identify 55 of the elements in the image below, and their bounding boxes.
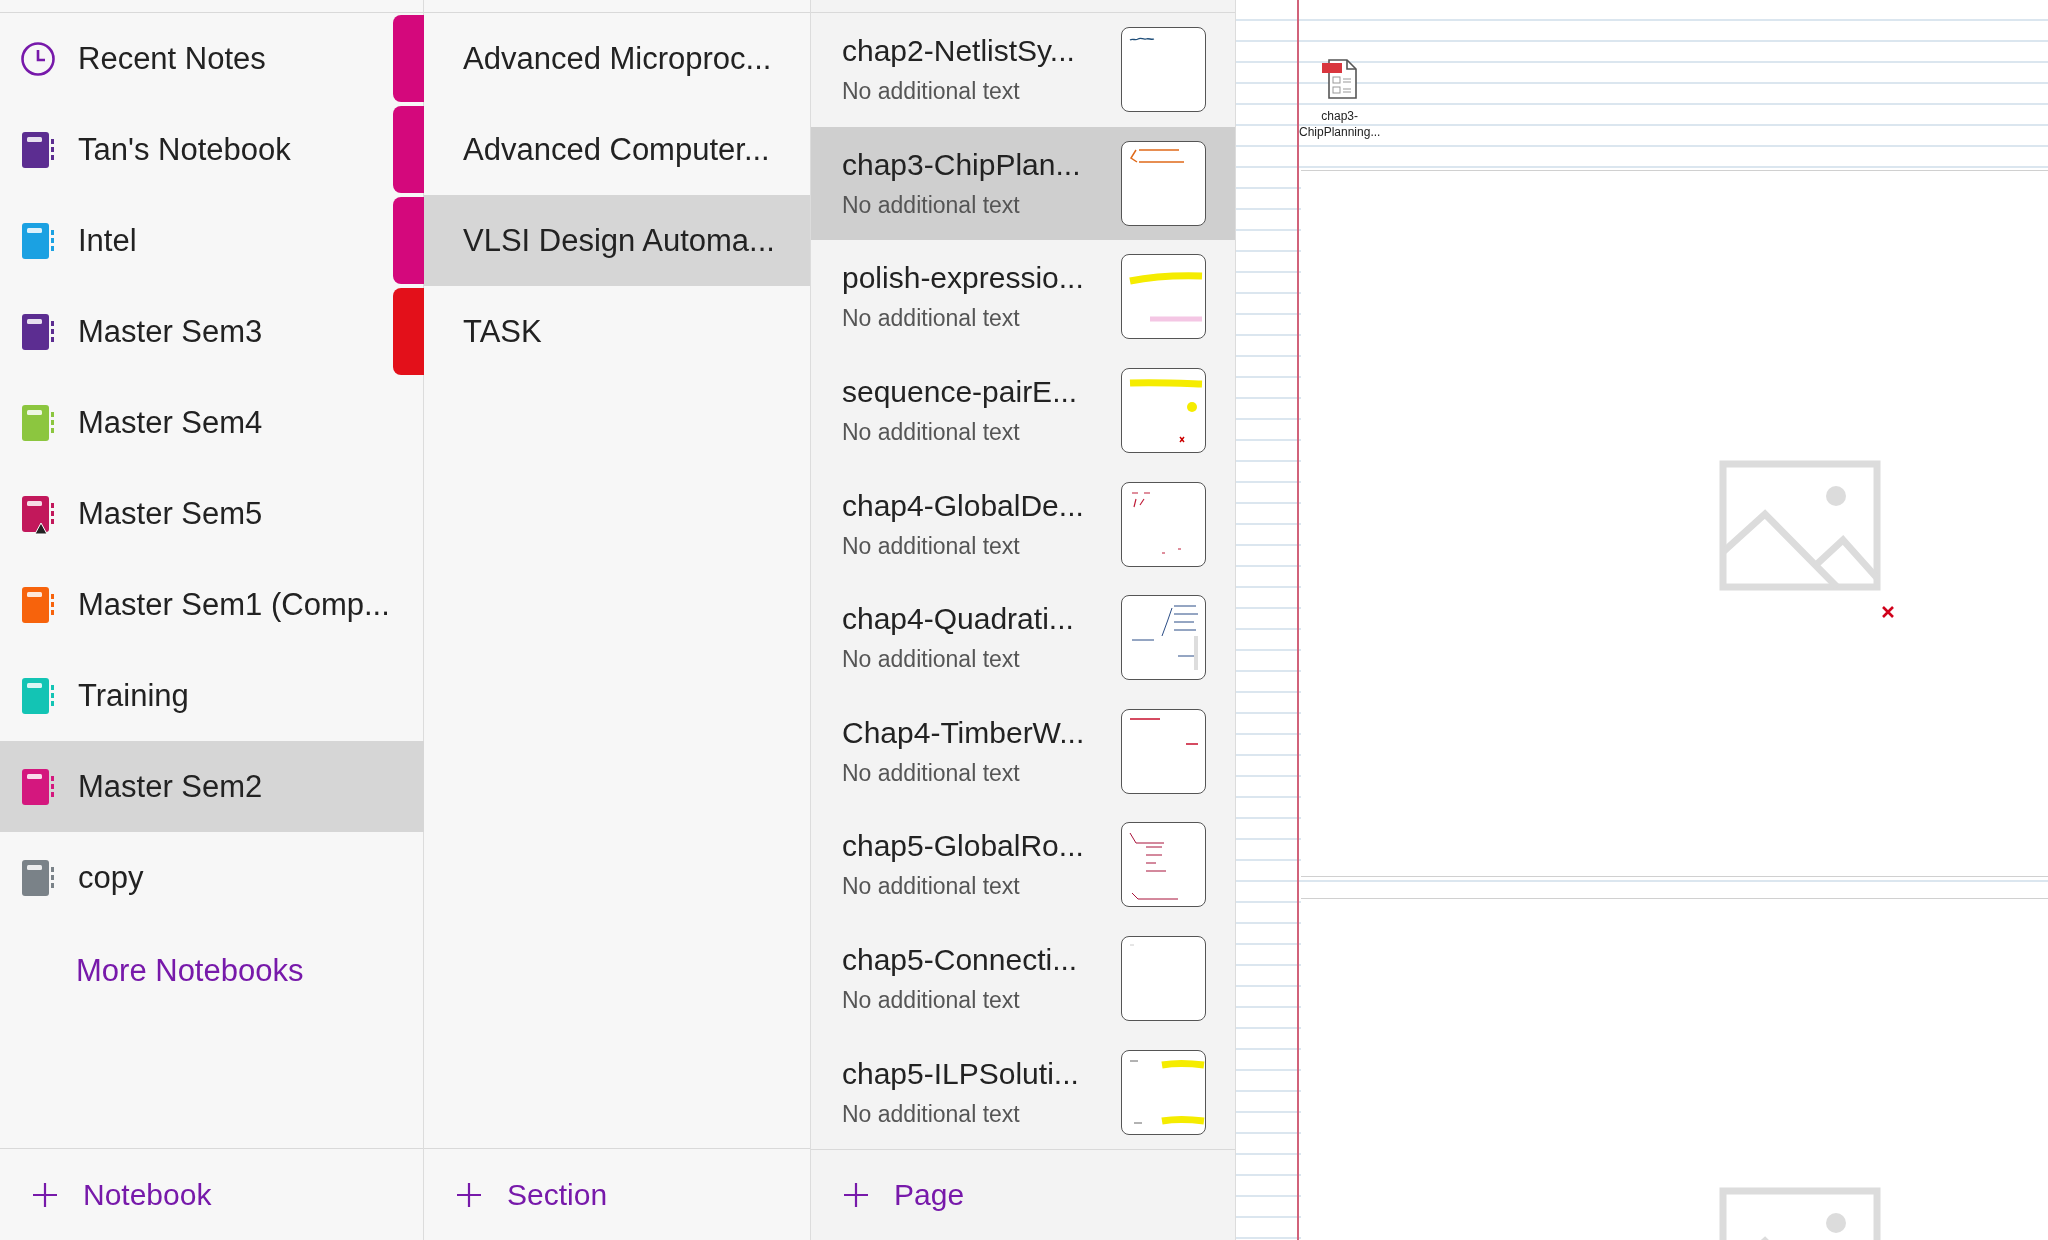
page-item[interactable]: chap5-ILPSoluti... No additional text [811, 1035, 1235, 1149]
notebook-item[interactable]: Master Sem1 (Comp... [0, 559, 393, 650]
page-preview-text: No additional text [842, 532, 1021, 560]
page-item[interactable]: chap3-ChipPlan... No additional text [811, 126, 1235, 241]
notebook-item[interactable]: Intel [0, 195, 393, 286]
page-item[interactable]: chap4-GlobalDe... No additional text [811, 467, 1235, 581]
notebook-item[interactable]: Master Sem4 [0, 377, 393, 468]
page-preview-text: No additional text [842, 873, 1021, 901]
broken-image-icon [1719, 460, 1881, 591]
page-title: sequence-pairE... [842, 375, 1078, 410]
page-title: chap5-ILPSoluti... [842, 1056, 1079, 1091]
page-title: chap5-Connecti... [842, 943, 1078, 978]
page-preview-text: No additional text [842, 419, 1021, 447]
page-title: chap5-GlobalRo... [842, 829, 1084, 864]
notebook-item[interactable]: Training [0, 650, 393, 741]
page-title: chap4-Quadrati... [842, 602, 1074, 637]
page-title: polish-expressio... [842, 261, 1084, 296]
section-item[interactable]: Advanced Microproc... [424, 13, 810, 104]
notebook-item[interactable]: Recent Notes [0, 13, 393, 104]
file-name: chap3- ChipPlanning... [1299, 108, 1381, 140]
section-item[interactable]: TASK [424, 286, 810, 377]
page-title: chap2-NetlistSy... [842, 34, 1075, 69]
clock-icon [20, 40, 56, 77]
notebook-item[interactable]: copy [0, 832, 393, 923]
notebook-item[interactable]: Tan's Notebook [0, 104, 393, 195]
add-page-button[interactable]: Page [842, 1178, 965, 1213]
pdf-file-icon [1320, 58, 1359, 100]
section-item[interactable]: VLSI Design Automa... [424, 195, 810, 286]
more-notebooks-link[interactable]: More Notebooks [76, 953, 304, 989]
page-preview-text: No additional text [842, 78, 1021, 106]
plus-icon [455, 1180, 483, 1209]
page-title: chap3-ChipPlan... [842, 147, 1081, 182]
page-preview-text: No additional text [842, 1100, 1021, 1128]
page-item[interactable]: Chap4-TimberW... No additional text [811, 694, 1235, 809]
add-notebook-button[interactable]: Notebook [31, 1177, 212, 1212]
page-item[interactable]: chap5-GlobalRo... No additional text [811, 808, 1235, 922]
page-item[interactable]: chap5-Connecti... No additional text [811, 921, 1235, 1036]
page-title: Chap4-TimberW... [842, 715, 1085, 750]
notebook-item[interactable]: Master Sem5 [0, 468, 393, 559]
page-item[interactable]: sequence-pairE... No additional text [811, 353, 1235, 468]
add-section-button[interactable]: Section [455, 1177, 608, 1212]
page-preview-text: No additional text [842, 305, 1021, 333]
page-title: chap4-GlobalDe... [842, 488, 1084, 523]
page-preview-text: No additional text [842, 759, 1021, 787]
plus-icon [842, 1181, 870, 1210]
notebook-item[interactable]: Master Sem3 [0, 286, 393, 377]
page-preview-text: No additional text [842, 987, 1021, 1015]
page-item[interactable]: chap2-NetlistSy... No additional text [811, 13, 1235, 127]
page-item[interactable]: chap4-Quadrati... No additional text [811, 580, 1235, 695]
page-preview-text: No additional text [842, 191, 1021, 219]
page-preview-text: No additional text [842, 646, 1021, 674]
plus-icon [31, 1180, 59, 1209]
section-item[interactable]: Advanced Computer... [424, 104, 810, 195]
page-item[interactable]: polish-expressio... No additional text [811, 240, 1235, 354]
notebook-item[interactable]: Master Sem2 [0, 741, 424, 832]
